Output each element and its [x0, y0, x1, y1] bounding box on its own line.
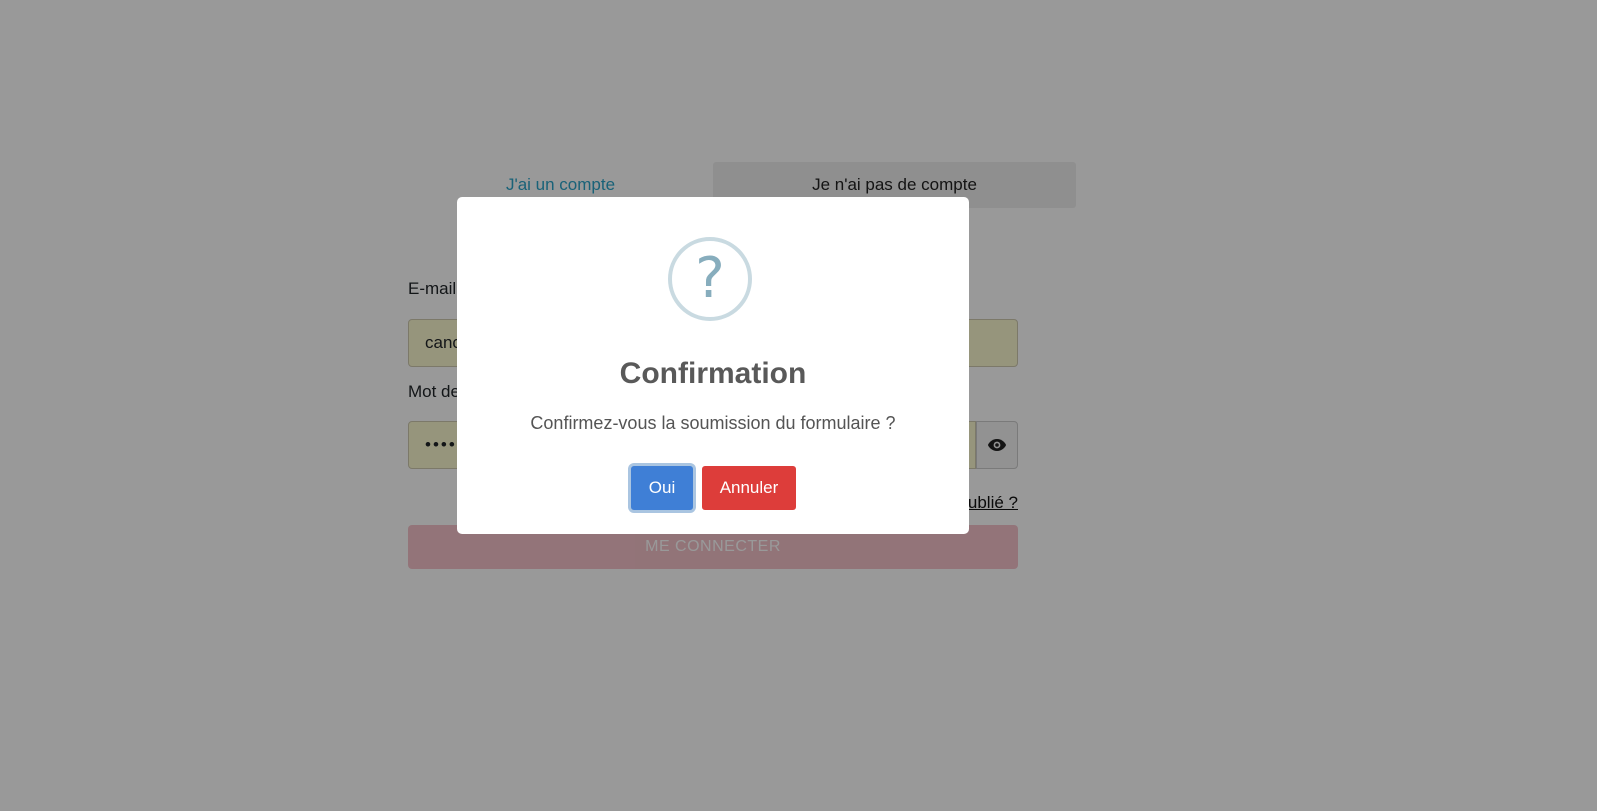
confirmation-dialog: ? Confirmation Confirmez-vous la soumiss… [457, 197, 969, 534]
cancel-button[interactable]: Annuler [702, 466, 796, 510]
question-icon: ? [668, 237, 752, 321]
dialog-message: Confirmez-vous la soumission du formulai… [530, 413, 896, 433]
dialog-title: Confirmation [619, 357, 807, 390]
confirm-button[interactable]: Oui [631, 466, 693, 510]
